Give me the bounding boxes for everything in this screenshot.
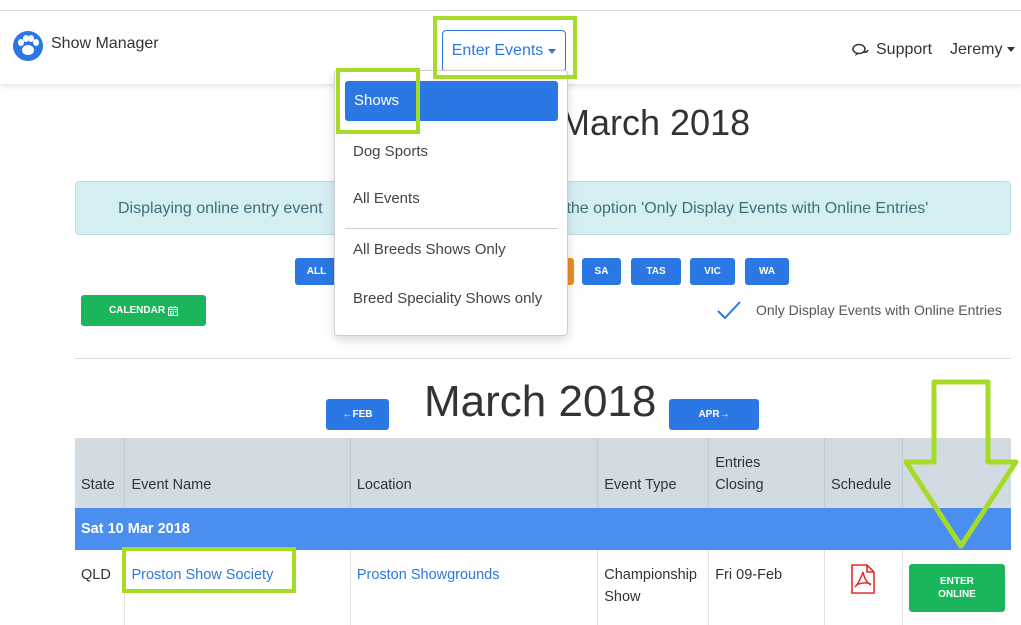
- col-header-event-type: Event Type: [597, 438, 710, 508]
- cell-location: Proston Showgrounds: [350, 550, 599, 625]
- arrow-right-icon: →: [719, 409, 730, 420]
- paw-icon: [13, 31, 43, 61]
- support-link[interactable]: Support: [852, 41, 932, 59]
- cell-event-type: Championship Show: [597, 550, 710, 625]
- table-header-row: State Event Name Location Event Type Ent…: [75, 438, 1011, 508]
- support-label: Support: [876, 41, 933, 58]
- event-type-line1: Championship: [604, 567, 697, 583]
- col-header-location: Location: [350, 438, 599, 508]
- user-name: Jeremy: [950, 41, 1003, 58]
- event-type-line2: Show: [604, 589, 641, 605]
- event-link[interactable]: Proston Show Society: [131, 567, 273, 583]
- cell-event-name: Proston Show Society: [124, 550, 351, 625]
- enter-line1: ENTER: [940, 576, 974, 587]
- enter-events-label: Enter Events: [451, 42, 544, 59]
- prev-month-label: FEB: [352, 409, 373, 420]
- enter-online-button[interactable]: ENTER ONLINE: [908, 564, 1005, 612]
- calendar-button[interactable]: CALENDAR: [81, 295, 206, 326]
- menu-item-all-events[interactable]: All Events: [353, 190, 420, 207]
- menu-item-all-breeds-shows[interactable]: All Breeds Shows Only: [353, 241, 506, 258]
- pdf-icon[interactable]: [850, 564, 876, 594]
- calendar-label: CALENDAR: [108, 305, 166, 316]
- prev-month-button[interactable]: ← FEB: [326, 399, 389, 430]
- state-filter-sa[interactable]: SA: [582, 258, 621, 285]
- only-online-label: Only Display Events with Online Entries: [756, 302, 1002, 318]
- cell-state: QLD: [75, 550, 126, 625]
- events-table: State Event Name Location Event Type Ent…: [75, 438, 1011, 625]
- events-dropdown-menu: Shows Dog Sports All Events All Breeds S…: [334, 70, 568, 336]
- table-row: QLD Proston Show Society Proston Showgro…: [75, 550, 1011, 625]
- state-filter-tas[interactable]: TAS: [631, 258, 681, 285]
- menu-item-shows[interactable]: Shows: [345, 81, 558, 121]
- brand[interactable]: Show Manager: [13, 31, 159, 61]
- date-group-row: Sat 10 Mar 2018: [75, 508, 1011, 550]
- enter-events-dropdown[interactable]: Enter Events: [442, 30, 566, 72]
- state-filter-vic[interactable]: VIC: [690, 258, 735, 285]
- enter-line2: ONLINE: [938, 589, 976, 600]
- brand-name: Show Manager: [51, 35, 159, 52]
- cell-entries-closing: Fri 09-Feb: [708, 550, 825, 625]
- col-header-entries-closing: Entries Closing: [708, 438, 825, 508]
- user-menu[interactable]: Jeremy: [950, 41, 1016, 59]
- info-text-left: Displaying online entry event: [118, 200, 323, 217]
- col-header-schedule: Schedule: [824, 438, 903, 508]
- entries-closing-line1: Entries: [715, 455, 761, 471]
- cell-enter: ENTER ONLINE: [902, 550, 1011, 625]
- page-title: March 2018: [560, 102, 751, 143]
- chat-icon: [852, 43, 869, 56]
- caret-down-icon: [1007, 47, 1016, 53]
- divider: [75, 358, 1011, 359]
- col-header-state: State: [75, 438, 126, 508]
- checkmark-icon: [717, 301, 741, 320]
- only-online-toggle[interactable]: Only Display Events with Online Entries: [716, 300, 1002, 320]
- menu-divider: [345, 228, 558, 229]
- cell-schedule: [824, 550, 903, 625]
- date-group-label: Sat 10 Mar 2018: [75, 508, 1011, 550]
- menu-item-breed-speciality-shows[interactable]: Breed Speciality Shows only: [353, 290, 542, 307]
- next-month-button[interactable]: APR →: [669, 399, 759, 430]
- caret-down-icon: [548, 48, 557, 54]
- month-title: March 2018: [424, 377, 657, 426]
- location-link[interactable]: Proston Showgrounds: [357, 567, 500, 583]
- menu-item-dog-sports[interactable]: Dog Sports: [353, 143, 428, 160]
- info-text-right: k the option 'Only Display Events with O…: [554, 200, 929, 217]
- entries-closing-line2: Closing: [715, 477, 764, 493]
- next-month-label: APR: [698, 409, 720, 420]
- col-header-event-name: Event Name: [124, 438, 351, 508]
- state-filter-all[interactable]: ALL: [295, 258, 338, 285]
- state-filter-wa[interactable]: WA: [745, 258, 789, 285]
- arrow-down-icon: [903, 379, 1019, 549]
- arrow-left-icon: ←: [342, 409, 353, 420]
- calendar-icon: [168, 305, 179, 316]
